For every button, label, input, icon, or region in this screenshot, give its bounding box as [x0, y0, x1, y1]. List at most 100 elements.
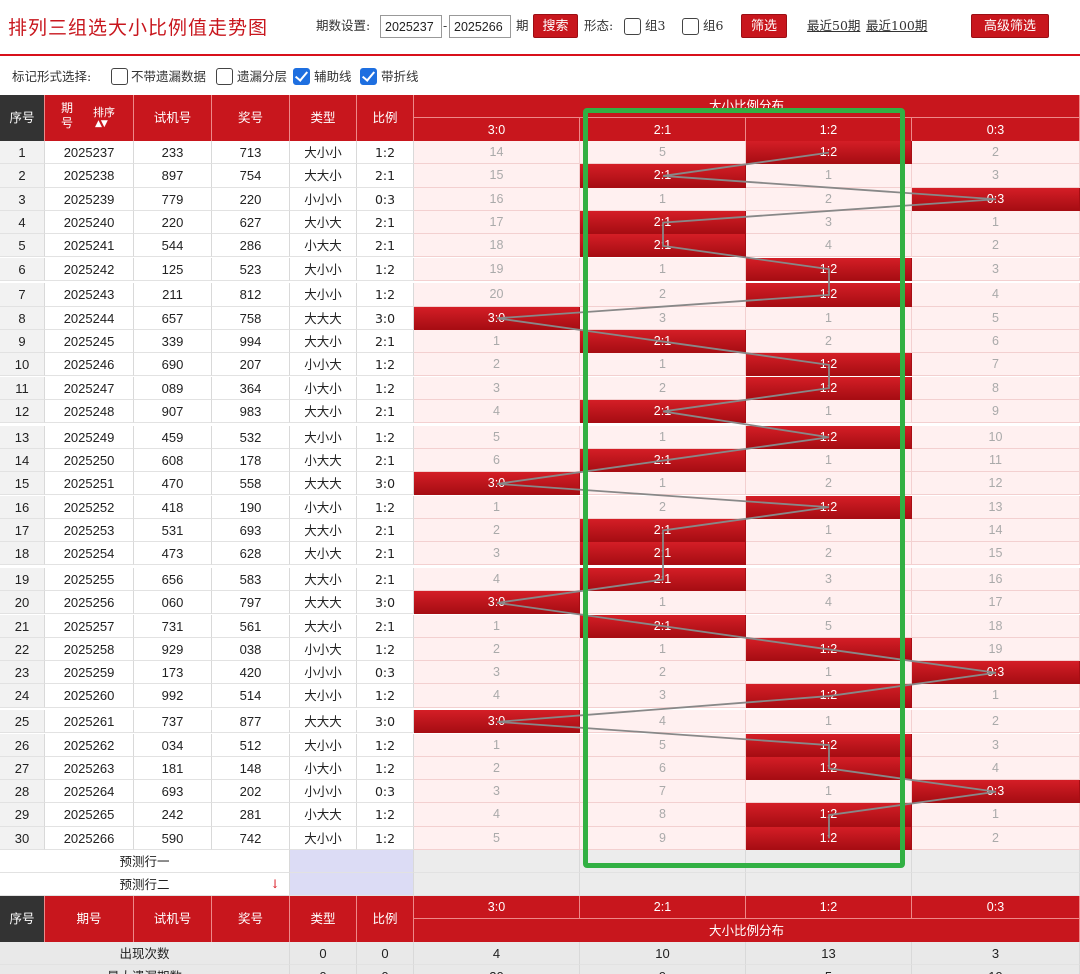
mark-option-checkbox-4[interactable] [360, 68, 377, 85]
mark-option-label-1: 不带遗漏数据 [131, 69, 207, 84]
group3-checkbox[interactable] [624, 18, 641, 35]
cell-seq: 3 [0, 187, 45, 211]
cell-issue: 2025263 [45, 756, 134, 781]
cell-issue: 2025266 [45, 826, 134, 850]
cell-seq: 20 [0, 591, 45, 615]
cell-trial: 220 [134, 210, 212, 235]
dist-miss-cell: 1 [580, 257, 746, 281]
dist-miss-cell: 2 [912, 826, 1080, 850]
cell-seq: 9 [0, 329, 45, 354]
cell-type: 大小小 [290, 425, 357, 449]
dist-miss-cell: 3 [414, 542, 580, 566]
advanced-filter-button[interactable]: 高级筛选 [971, 14, 1049, 38]
cell-prize: 038 [212, 637, 290, 662]
cell-seq: 26 [0, 733, 45, 757]
mark-option-checkbox-3[interactable] [293, 68, 310, 85]
dist-miss-cell: 16 [912, 567, 1080, 592]
predict-row-one-dist-cell[interactable] [414, 850, 580, 873]
dist-miss-cell: 2 [414, 518, 580, 543]
header-trial: 试机号 [134, 95, 212, 141]
mark-option-checkbox-2[interactable] [216, 68, 233, 85]
dist-miss-cell: 1 [580, 472, 746, 496]
cell-trial: 473 [134, 542, 212, 566]
cell-trial: 590 [134, 826, 212, 850]
mark-option-checkbox-1[interactable] [111, 68, 128, 85]
cell-type: 大大大 [290, 472, 357, 496]
cell-issue: 2025260 [45, 684, 134, 708]
cell-prize: 558 [212, 472, 290, 496]
dist-miss-cell: 13 [912, 495, 1080, 519]
cell-ratio: 1:2 [357, 257, 414, 281]
sort-arrows-icon[interactable]: ▲▼ [95, 117, 108, 132]
footer-dist-col: 1:2 [746, 896, 912, 918]
predict-row-two-dist-cell[interactable] [746, 873, 912, 896]
cell-trial: 125 [134, 257, 212, 281]
predict-row-one-dist-cell[interactable] [746, 850, 912, 873]
cell-trial: 242 [134, 803, 212, 827]
cell-type: 大大大 [290, 710, 357, 734]
dist-miss-cell: 1 [580, 637, 746, 662]
predict-row-two-dist-cell[interactable] [414, 873, 580, 896]
dist-miss-cell: 10 [912, 425, 1080, 449]
predict-row-one-input[interactable] [290, 850, 414, 873]
stats-dist-cell: 9 [580, 965, 746, 974]
header-ratio: 比例 [357, 95, 414, 141]
cell-prize: 877 [212, 710, 290, 734]
dist-miss-cell: 5 [746, 614, 912, 638]
cell-seq: 1 [0, 141, 45, 165]
cell-issue: 2025239 [45, 187, 134, 211]
footer-header-trial: 试机号 [134, 896, 212, 942]
period-label: 期数设置: [316, 18, 371, 33]
cell-type: 小小小 [290, 661, 357, 685]
cell-seq: 28 [0, 780, 45, 804]
dist-miss-cell: 9 [912, 399, 1080, 424]
recent-100-link[interactable]: 最近100期 [866, 15, 927, 37]
cell-issue: 2025251 [45, 472, 134, 496]
predict-row-two-label: 预测行二 [0, 873, 290, 896]
recent-50-link[interactable]: 最近50期 [807, 15, 860, 37]
search-button[interactable]: 搜索 [533, 14, 578, 38]
cell-prize: 583 [212, 567, 290, 592]
predict-row-one-dist-cell[interactable] [912, 850, 1080, 873]
dist-miss-cell: 1 [912, 803, 1080, 827]
cell-trial: 731 [134, 614, 212, 638]
dist-hit-cell: 1:2 [746, 637, 912, 662]
predict-arrow-icon[interactable]: ↓ [270, 877, 280, 891]
stats-label: 最大遗漏期数 [0, 965, 290, 974]
cell-trial: 173 [134, 661, 212, 685]
dist-miss-cell: 3 [414, 661, 580, 685]
predict-row-two-dist-cell[interactable] [580, 873, 746, 896]
dist-hit-cell: 3:0 [414, 710, 580, 734]
dist-miss-cell: 18 [414, 234, 580, 258]
cell-trial: 992 [134, 684, 212, 708]
dist-hit-cell: 1:2 [746, 803, 912, 827]
table-row: 12 2025248 907 983 大大小 2:1 4 2:1 1 9 [0, 399, 1080, 424]
table-row: 15 2025251 470 558 大大大 3:0 3:0 1 2 12 [0, 472, 1080, 496]
dist-miss-cell: 7 [912, 353, 1080, 377]
table-row: 18 2025254 473 628 大小大 2:1 3 2:1 2 15 [0, 542, 1080, 566]
dist-hit-cell: 2:1 [580, 234, 746, 258]
predict-row-two-input[interactable] [290, 873, 414, 896]
table-row: 19 2025255 656 583 大大小 2:1 4 2:1 3 16 [0, 567, 1080, 592]
dist-miss-cell: 17 [912, 591, 1080, 615]
group6-checkbox[interactable] [682, 18, 699, 35]
period-to-input[interactable] [449, 15, 511, 38]
predict-row-two: 预测行二 ↓ [0, 873, 1080, 896]
dist-miss-cell: 4 [414, 399, 580, 424]
cell-seq: 15 [0, 472, 45, 496]
dist-hit-cell: 0:3 [912, 187, 1080, 211]
dist-hit-cell: 2:1 [580, 164, 746, 188]
predict-row-two-dist-cell[interactable] [912, 873, 1080, 896]
cell-type: 小大大 [290, 234, 357, 258]
cell-ratio: 1:2 [357, 826, 414, 850]
dist-miss-cell: 3 [580, 684, 746, 708]
cell-trial: 211 [134, 283, 212, 307]
stats-row: 最大遗漏期数00209519 [0, 965, 1080, 974]
footer-dist: 大小比例分布 [414, 918, 1080, 942]
filter-button[interactable]: 筛选 [741, 14, 787, 38]
predict-row-one-dist-cell[interactable] [580, 850, 746, 873]
period-from-input[interactable] [380, 15, 442, 38]
cell-issue: 2025259 [45, 661, 134, 685]
cell-trial: 737 [134, 710, 212, 734]
cell-prize: 797 [212, 591, 290, 615]
